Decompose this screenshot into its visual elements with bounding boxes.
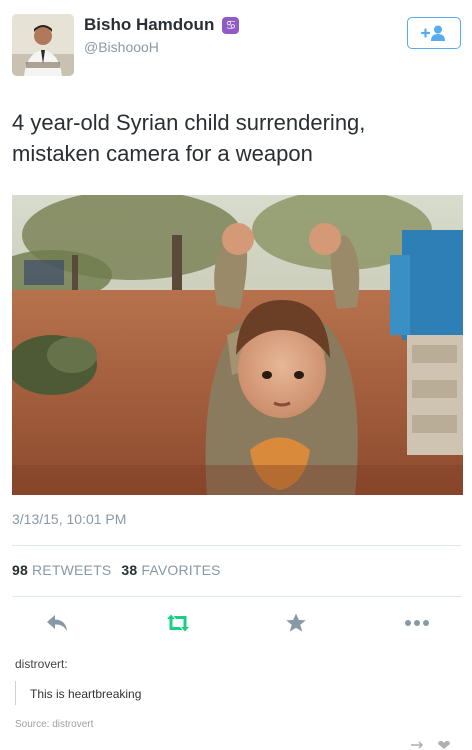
tweet-photo[interactable]	[12, 195, 463, 495]
tweet-timestamp[interactable]: 3/13/15, 10:01 PM	[12, 511, 126, 527]
retweet-button[interactable]	[163, 608, 193, 638]
more-icon	[405, 620, 429, 626]
tweet-stats: 98 RETWEETS 38 FAVORITES	[12, 562, 225, 578]
user-handle[interactable]: @BishoooH	[84, 39, 159, 55]
more-button[interactable]	[402, 608, 432, 638]
add-user-icon	[420, 25, 445, 41]
reply-icon	[47, 615, 67, 631]
reply-button[interactable]	[42, 608, 72, 638]
tweet-actions	[0, 608, 472, 638]
retweets-count: 98	[12, 562, 28, 578]
tweet-card: Bisho Hamdoun ♋ @BishoooH 4 year-old Syr…	[0, 0, 472, 640]
source-line: Source: distrovert	[15, 719, 93, 730]
avatar[interactable]	[12, 14, 74, 76]
quote-bar	[15, 681, 16, 705]
star-icon	[286, 613, 306, 632]
favorites-stat[interactable]: 38 FAVORITES	[121, 562, 220, 578]
like-icon[interactable]	[436, 741, 452, 749]
footer-icons	[410, 741, 452, 749]
retweet-icon	[167, 614, 189, 632]
repost-comment: This is heartbreaking	[30, 687, 142, 701]
retweets-label: RETWEETS	[31, 562, 112, 578]
tweet-text: 4 year-old Syrian child surrendering, mi…	[12, 110, 366, 166]
favorites-count: 38	[121, 562, 138, 578]
source-label: Source:	[15, 719, 50, 730]
divider	[12, 596, 462, 597]
divider	[12, 545, 462, 546]
reblog-icon[interactable]	[410, 741, 426, 749]
repost-author[interactable]: distrovert:	[15, 657, 68, 671]
cancer-zodiac-icon: ♋	[222, 16, 240, 34]
follow-button[interactable]	[407, 17, 461, 49]
display-name[interactable]: Bisho Hamdoun	[84, 15, 214, 35]
retweets-stat[interactable]: 98 RETWEETS	[12, 562, 111, 578]
favorites-label: FAVORITES	[141, 562, 221, 578]
source-link[interactable]: distrovert	[52, 719, 93, 730]
favorite-button[interactable]	[281, 608, 311, 638]
